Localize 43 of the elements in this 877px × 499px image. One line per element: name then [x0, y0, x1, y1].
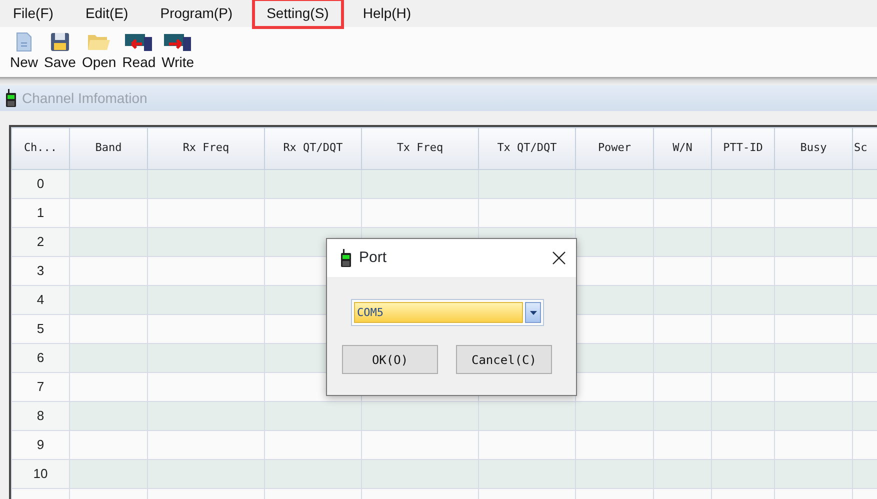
- row-number: 2: [12, 228, 70, 256]
- row-number: 8: [12, 402, 70, 430]
- column-header[interactable]: Tx Freq: [362, 128, 478, 170]
- column-header[interactable]: Busy: [774, 128, 852, 170]
- toolbar-button[interactable]: Open: [78, 30, 120, 70]
- menu-item[interactable]: Program(P): [147, 0, 246, 29]
- column-header[interactable]: Power: [576, 128, 654, 170]
- monitor-arrow-icon: [124, 32, 153, 52]
- toolbar-button[interactable]: Save: [41, 30, 79, 70]
- column-header[interactable]: W/N: [654, 128, 712, 170]
- folder-icon: [87, 32, 112, 52]
- menu-item[interactable]: Edit(E): [72, 0, 142, 29]
- row-number: 10: [12, 460, 70, 488]
- monitor-arrow-icon: [164, 32, 192, 52]
- toolbar-button[interactable]: Write: [158, 30, 198, 70]
- panel-title: Channel Imfomation: [22, 88, 148, 108]
- row-number: 7: [12, 372, 70, 402]
- dialog-button[interactable]: Cancel(C): [456, 345, 552, 374]
- column-header[interactable]: PTT-ID: [712, 128, 774, 170]
- radio-icon: [6, 89, 16, 107]
- column-header[interactable]: Rx QT/DQT: [264, 128, 362, 170]
- radio-icon: [341, 249, 351, 267]
- row-number: 1: [12, 198, 70, 228]
- column-header[interactable]: Sc: [852, 128, 877, 170]
- column-header[interactable]: Band: [70, 128, 148, 170]
- toolbar-button[interactable]: Read: [119, 30, 159, 70]
- row-number: 6: [12, 344, 70, 372]
- row-number: 0: [12, 170, 70, 198]
- dropdown-value: COM5: [354, 302, 523, 323]
- dialog-title: Port: [359, 248, 388, 268]
- row-number: 9: [12, 430, 70, 460]
- menu-item[interactable]: File(F): [0, 0, 66, 29]
- row-number: 3: [12, 256, 70, 286]
- toolbar-button[interactable]: New: [7, 30, 42, 70]
- column-header[interactable]: Ch...: [12, 128, 70, 170]
- column-header[interactable]: Rx Freq: [148, 128, 264, 170]
- column-header[interactable]: Tx QT/DQT: [478, 128, 576, 170]
- row-number: 5: [12, 314, 70, 344]
- menu-item[interactable]: Help(H): [350, 0, 424, 29]
- document-icon: [16, 32, 32, 52]
- dialog-button[interactable]: OK(O): [342, 345, 438, 374]
- row-number: 4: [12, 286, 70, 314]
- port-dropdown[interactable]: COM5: [351, 299, 544, 326]
